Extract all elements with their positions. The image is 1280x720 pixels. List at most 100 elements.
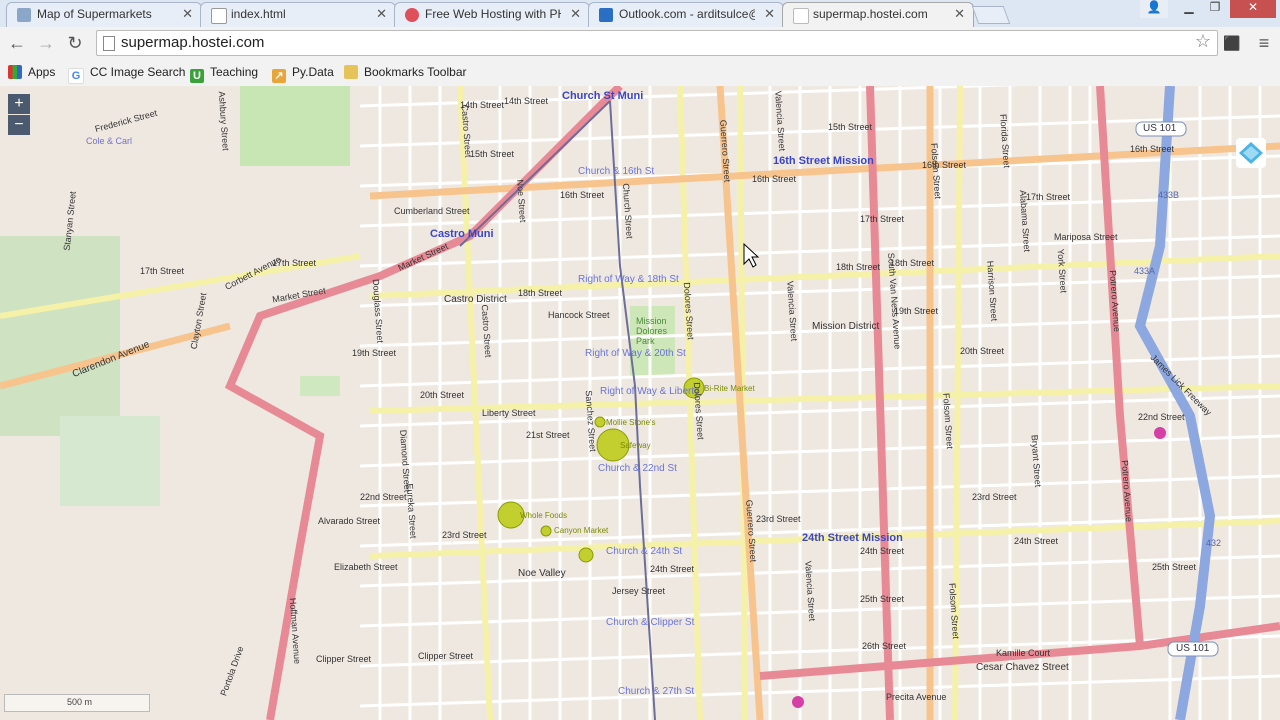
toolbar: ← → ↻ supermap.hostei.com ☆ ⬛ ≡ bbox=[0, 27, 1280, 60]
street-label: 16th Street bbox=[922, 160, 967, 170]
close-window-button[interactable]: ✕ bbox=[1230, 0, 1276, 18]
address-bar[interactable]: supermap.hostei.com ☆ bbox=[96, 30, 1218, 56]
street-label: 21st Street bbox=[526, 430, 570, 440]
stop-label: Right of Way & 20th St bbox=[585, 348, 686, 359]
close-icon[interactable]: ✕ bbox=[954, 6, 965, 22]
street-label: 19th Street bbox=[894, 306, 939, 316]
stop-label: Right of Way & Liberty bbox=[600, 386, 700, 397]
street-label: 23rd Street bbox=[756, 514, 801, 524]
store-label: Bi-Rite Market bbox=[704, 384, 755, 393]
store-label: Mollie Stone's bbox=[606, 418, 656, 427]
bookmark-label: Apps bbox=[28, 65, 56, 79]
park bbox=[60, 416, 160, 506]
map-favicon bbox=[17, 8, 31, 22]
street-label: Liberty Street bbox=[482, 408, 536, 418]
street-label: 18th Street bbox=[890, 258, 935, 268]
street-label: 20th Street bbox=[420, 390, 465, 400]
poi-marker bbox=[792, 696, 804, 708]
street-label: 24th Street bbox=[1014, 536, 1059, 546]
layer-switcher-icon[interactable] bbox=[1236, 138, 1266, 168]
street-label: 20th Street bbox=[960, 346, 1005, 356]
poi-marker bbox=[1154, 427, 1166, 439]
zoom-in-button[interactable]: + bbox=[8, 94, 30, 114]
maximize-button[interactable]: ❐ bbox=[1202, 0, 1228, 18]
street-label: Clipper Street bbox=[418, 651, 474, 661]
close-icon[interactable]: ✕ bbox=[182, 6, 193, 22]
highway-label: US 101 bbox=[1143, 123, 1177, 134]
street-label: 26th Street bbox=[862, 641, 907, 651]
google-icon: G bbox=[68, 68, 84, 84]
district-label: Mission District bbox=[812, 321, 880, 332]
close-icon[interactable]: ✕ bbox=[570, 6, 581, 22]
map-canvas[interactable]: + − Church St Muni Castro Muni 16th Stre… bbox=[0, 86, 1280, 720]
hosting-favicon bbox=[405, 8, 419, 22]
close-icon[interactable]: ✕ bbox=[764, 6, 775, 22]
street-label: 25th Street bbox=[1152, 562, 1197, 572]
park bbox=[0, 236, 120, 436]
transit-label: 24th Street Mission bbox=[802, 532, 903, 544]
bookmark-apps[interactable]: Apps bbox=[8, 63, 55, 81]
street-label: Kamille Court bbox=[996, 648, 1051, 658]
park-label: Mission Dolores Park bbox=[636, 316, 668, 346]
bookmark-label: Bookmarks Toolbar bbox=[364, 65, 467, 79]
street-label: Precita Avenue bbox=[886, 692, 947, 702]
stop-label: Church & Clipper St bbox=[606, 617, 695, 628]
bookmark-star-icon[interactable]: ☆ bbox=[1195, 31, 1211, 52]
street-label: Cumberland Street bbox=[394, 206, 470, 216]
bookmark-label: Teaching bbox=[210, 65, 259, 79]
back-button[interactable]: ← bbox=[5, 31, 29, 55]
scale-bar: 500 m bbox=[4, 694, 150, 712]
park bbox=[240, 86, 350, 166]
forward-button[interactable]: → bbox=[34, 31, 58, 55]
street-label: 24th Street bbox=[860, 546, 905, 556]
street-label: 15th Street bbox=[828, 122, 873, 132]
street-label: 22nd Street bbox=[1138, 412, 1185, 422]
street-label: Elizabeth Street bbox=[334, 562, 398, 572]
tab-title: Free Web Hosting with PHP bbox=[425, 7, 561, 21]
zoom-out-button[interactable]: − bbox=[8, 115, 30, 135]
district-label: Noe Valley bbox=[518, 568, 566, 579]
folder-icon bbox=[344, 65, 358, 79]
street-label: 15th Street bbox=[470, 149, 515, 159]
menu-icon[interactable]: ≡ bbox=[1252, 31, 1276, 55]
user-icon[interactable]: 👤 bbox=[1140, 0, 1168, 18]
tab-strip: Map of Supermarkets ✕ index.html ✕ Free … bbox=[0, 0, 1280, 27]
tab-free-web-hosting[interactable]: Free Web Hosting with PHP ✕ bbox=[394, 2, 590, 27]
reload-button[interactable]: ↻ bbox=[63, 31, 87, 55]
bookmark-teaching[interactable]: U Teaching bbox=[190, 63, 259, 83]
street-label: Alvarado Street bbox=[318, 516, 381, 526]
url-text: supermap.hostei.com bbox=[121, 34, 265, 51]
tab-map-of-supermarkets[interactable]: Map of Supermarkets ✕ bbox=[6, 2, 202, 27]
tab-index-html[interactable]: index.html ✕ bbox=[200, 2, 396, 27]
new-tab-button[interactable] bbox=[971, 6, 1011, 24]
street-label: 18th Street bbox=[836, 262, 881, 272]
extension-icon[interactable]: ⬛ bbox=[1220, 31, 1244, 55]
street-label: 16th Street bbox=[560, 190, 605, 200]
bookmark-cc-image-search[interactable]: G CC Image Search bbox=[68, 63, 185, 84]
stop-label: Church & 22nd St bbox=[598, 463, 677, 474]
tab-supermap[interactable]: supermap.hostei.com ✕ bbox=[782, 2, 974, 27]
close-icon[interactable]: ✕ bbox=[376, 6, 387, 22]
bookmark-pydata[interactable]: ↗ Py.Data bbox=[272, 63, 334, 83]
bookmark-folder-toolbar[interactable]: Bookmarks Toolbar bbox=[344, 63, 467, 81]
store-label: Safeway bbox=[620, 441, 651, 450]
tab-title: Map of Supermarkets bbox=[37, 7, 152, 21]
street-label: 22nd Street bbox=[360, 492, 407, 502]
transit-label: Church St Muni bbox=[562, 90, 644, 102]
street-label: 18th Street bbox=[518, 288, 563, 298]
minimize-button[interactable]: ▁ bbox=[1176, 0, 1202, 18]
page-favicon bbox=[793, 8, 809, 24]
district-label: Castro District bbox=[444, 294, 507, 305]
tab-outlook[interactable]: Outlook.com - arditsulce@ ✕ bbox=[588, 2, 784, 27]
street-label: 23rd Street bbox=[972, 492, 1017, 502]
street-label: 17th Street bbox=[860, 214, 905, 224]
street-label: 16th Street bbox=[1130, 144, 1175, 154]
browser-chrome: Map of Supermarkets ✕ index.html ✕ Free … bbox=[0, 0, 1280, 87]
street-label: Clipper Street bbox=[316, 654, 372, 664]
transit-label: 16th Street Mission bbox=[773, 155, 874, 167]
scale-label: 500 m bbox=[67, 697, 93, 707]
store-marker bbox=[540, 525, 552, 537]
tab-title: index.html bbox=[231, 7, 286, 21]
store-marker bbox=[594, 416, 606, 428]
bookmarks-bar: Apps G CC Image Search U Teaching ↗ Py.Data… bbox=[0, 60, 1280, 87]
